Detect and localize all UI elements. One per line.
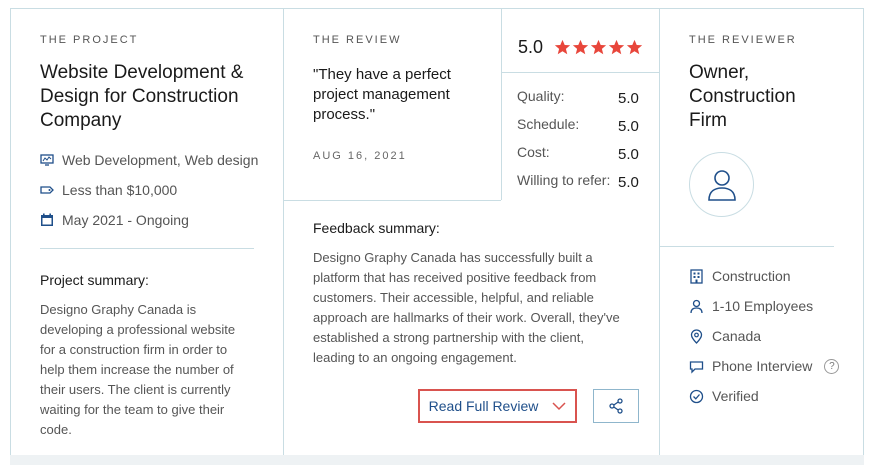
project-eyebrow: THE PROJECT [40,34,139,46]
user-icon [707,169,736,201]
rating-value-schedule: 5.0 [618,118,639,135]
reviewer-location-text: Canada [712,328,762,344]
chevron-down-icon [552,402,566,411]
feedback-line: platform that has received positive feed… [313,270,597,285]
project-title-line: Company [40,110,122,131]
project-title-line: Website Development & [40,62,244,83]
rating-label-cost: Cost: [517,144,550,160]
star-rating [554,39,643,56]
review-quote: "They have a perfect project management … [313,65,451,125]
reviewer-verified-text: Verified [712,388,759,404]
reviewer-title-line: Construction [689,86,796,107]
rating-value-quality: 5.0 [618,90,639,107]
read-full-review-button[interactable]: Read Full Review [418,389,577,423]
reviewer-size: 1-10 Employees [689,298,813,314]
map-pin-icon [690,328,703,344]
rating-value-cost: 5.0 [618,146,639,163]
rating-value-refer: 5.0 [618,174,639,191]
reviewer-interview: Phone Interview ? [689,358,840,374]
quote-line: process." [313,106,376,123]
project-services-text: Web Development, Web design [62,152,259,168]
star-icon [572,39,589,55]
rating-label-refer: Willing to refer: [517,172,611,188]
reviewer-industry-text: Construction [712,268,791,284]
chat-bubble-icon [689,360,704,374]
project-divider [40,248,254,249]
rating-label-quality: Quality: [517,88,565,104]
share-button[interactable] [593,389,639,423]
person-icon [690,299,703,313]
reviewer-interview-text: Phone Interview [712,358,813,374]
column-divider [283,8,284,455]
monitor-icon [40,154,54,166]
star-icon [554,39,571,55]
help-icon[interactable]: ? [824,358,840,374]
feedback-heading: Feedback summary: [313,220,440,236]
reviewer-title-line: Firm [689,110,727,131]
quote-line: project management [313,86,450,103]
reviewer-title-line: Owner, [689,62,750,83]
rating-label-schedule: Schedule: [517,116,580,132]
reviewer-divider [659,246,834,247]
reviewer-eyebrow: THE REVIEWER [689,34,797,46]
project-budget: Less than $10,000 [40,182,177,198]
project-summary-heading: Project summary: [40,272,149,288]
review-eyebrow: THE REVIEW [313,34,402,46]
calendar-icon [41,213,53,226]
project-summary-text: Designo Graphy Canada is developing a pr… [40,300,270,440]
project-timeline: May 2021 - Ongoing [40,212,189,228]
summary-line: help them increase the number of [40,362,234,377]
reviewer-verified: Verified [689,388,759,404]
building-icon [690,268,703,284]
summary-line: their users. The client is currently [40,382,231,397]
feedback-text: Designo Graphy Canada has successfully b… [313,248,653,368]
project-budget-text: Less than $10,000 [62,182,178,198]
reviewer-title: Owner, Construction Firm [689,61,796,133]
read-full-review-label: Read Full Review [428,398,539,414]
star-icon [590,39,607,55]
feedback-line: established a strong partnership with th… [313,330,584,345]
price-tag-icon [40,186,54,194]
reviewer-industry: Construction [689,268,791,284]
check-circle-icon [689,389,704,403]
project-title: Website Development & Design for Constru… [40,61,243,133]
quote-line: "They have a perfect [313,66,451,83]
project-title-line: Design for Construction [40,86,239,107]
reviewer-size-text: 1-10 Employees [712,298,814,314]
feedback-line: leading to an ongoing engagement. [313,350,517,365]
summary-line: waiting for the team to give their [40,402,225,417]
feedback-line: Designo Graphy Canada has successfully b… [313,250,593,265]
rating-divider [501,8,502,200]
avatar [689,152,754,217]
reviewer-location: Canada [689,328,761,344]
project-timeline-text: May 2021 - Ongoing [62,212,189,228]
summary-line: developing a professional website [40,322,236,337]
star-icon [608,39,625,55]
summary-line: Designo Graphy Canada is [40,302,197,317]
star-icon [626,39,643,55]
feedback-line: approach are hallmarks of their work. Ov… [313,310,620,325]
review-divider [283,200,501,201]
project-services: Web Development, Web design [40,152,258,168]
column-divider [659,8,660,455]
review-date: AUG 16, 2021 [313,150,407,162]
score-divider [501,72,659,73]
card-bottom-strip [10,455,864,465]
summary-line: code. [40,422,72,437]
summary-line: for a construction firm in order to [40,342,228,357]
overall-score: 5.0 [518,37,544,57]
feedback-line: customers. Their accessible, helpful, an… [313,290,594,305]
share-icon [609,398,623,414]
